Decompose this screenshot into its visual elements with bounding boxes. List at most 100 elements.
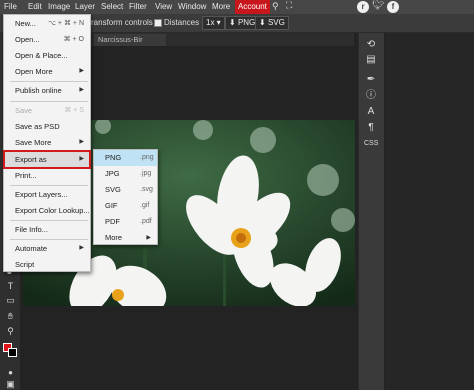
menu-filter[interactable]: Filter [129, 0, 147, 14]
label: Export Color Lookup... [15, 206, 90, 215]
label: More [105, 233, 123, 242]
menu-more[interactable]: More [212, 0, 230, 14]
chevron-right-icon: ▶ [79, 245, 84, 251]
menu-item-publish-online[interactable]: Publish online ▶ [4, 83, 90, 98]
quick-mask-icon[interactable]: ● [5, 367, 16, 378]
export-svg[interactable]: SVG .svg [94, 182, 157, 198]
menu-layer[interactable]: Layer [75, 0, 95, 14]
zoom-select[interactable]: 1x ▾ [202, 16, 225, 30]
label: Save as PSD [15, 122, 60, 131]
label: JPG [105, 169, 120, 178]
twitter-icon[interactable]: 🐦︎ [372, 0, 385, 11]
menu-item-file-info[interactable]: File Info... [4, 222, 90, 237]
transform-controls-label: ransform controls [91, 18, 153, 27]
account-button[interactable]: Account [235, 0, 270, 14]
label: Export Layers... [15, 190, 68, 199]
background-color-swatch[interactable] [8, 348, 17, 357]
divider [10, 81, 88, 82]
search-icon[interactable]: ⚲ [272, 1, 279, 12]
label: Publish online [15, 86, 62, 95]
export-pdf[interactable]: PDF .pdf [94, 214, 157, 230]
type-icon[interactable]: T [5, 281, 16, 292]
extension: .svg [140, 186, 153, 193]
divider [10, 220, 88, 221]
menu-item-export-color-lookup[interactable]: Export Color Lookup... [4, 203, 90, 218]
facebook-icon[interactable]: f [387, 1, 399, 13]
swatches-icon[interactable]: ▤ [364, 53, 378, 67]
export-more[interactable]: More ▶ [94, 230, 157, 246]
hand-icon[interactable]: ✋︎ [5, 311, 16, 322]
zoom-value: 1x [206, 18, 215, 27]
label: PNG [105, 153, 122, 162]
menu-item-print[interactable]: Print... [4, 168, 90, 183]
shortcut: ⌥ + ⌘ + N [47, 20, 84, 27]
shortcut: ⌘ + S [64, 107, 84, 114]
extension: .jpg [140, 170, 152, 177]
reddit-icon[interactable]: r [357, 1, 369, 13]
menu-item-open-place[interactable]: Open & Place... [4, 48, 90, 63]
divider [10, 185, 88, 186]
menu-view[interactable]: View [155, 0, 172, 14]
export-as-submenu: PNG .png JPG .jpg SVG .svg GIF .gif PDF .pdf … [93, 149, 158, 245]
menu-item-script[interactable]: Script [4, 257, 90, 272]
divider [10, 101, 88, 102]
label: PDF [105, 217, 120, 226]
divider [10, 239, 88, 240]
label: Export as [15, 155, 47, 164]
chevron-right-icon: ▶ [79, 139, 84, 145]
menu-item-new[interactable]: New... ⌥ + ⌘ + N [4, 16, 90, 31]
character-icon[interactable]: A [364, 105, 378, 119]
label: Open More [15, 67, 53, 76]
menu-item-export-layers[interactable]: Export Layers... [4, 187, 90, 202]
right-panel-area [385, 33, 474, 390]
menu-item-save-as-psd[interactable]: Save as PSD [4, 119, 90, 134]
menu-select[interactable]: Select [101, 0, 123, 14]
download-icon: ⬇ [229, 18, 236, 27]
label: Automate [15, 244, 48, 253]
label: Open... [15, 35, 40, 44]
label: Print... [15, 171, 37, 180]
file-menu: New... ⌥ + ⌘ + N Open... ⌘ + O Open & Plac… [3, 14, 91, 272]
label: Open & Place... [15, 51, 68, 60]
export-jpg[interactable]: JPG .jpg [94, 166, 157, 182]
export-png[interactable]: PNG .png [94, 150, 157, 166]
distances-checkbox[interactable] [154, 19, 162, 27]
chevron-right-icon: ▶ [79, 87, 84, 93]
fullscreen-icon[interactable]: ⛶ [286, 0, 292, 11]
menu-image[interactable]: Image [48, 0, 70, 14]
menu-item-automate[interactable]: Automate ▶ [4, 241, 90, 256]
rectangle-icon[interactable]: ▭ [5, 295, 16, 306]
document-tabs: Narcissus-Bir [90, 33, 354, 46]
label: Save [15, 106, 33, 115]
tab-document[interactable]: Narcissus-Bir [94, 34, 166, 46]
label: Save More [15, 138, 52, 147]
screen-mode-icon[interactable]: ▣ [5, 379, 16, 390]
shortcut: ⌘ + O [63, 36, 84, 43]
download-icon: ⬇ [259, 18, 266, 27]
menu-item-save[interactable]: Save ⌘ + S [4, 103, 90, 118]
menu-item-save-more[interactable]: Save More ▶ [4, 135, 90, 150]
menu-file[interactable]: File [4, 0, 17, 14]
menu-item-export-as[interactable]: Export as ▶ [3, 150, 91, 169]
menu-item-open-more[interactable]: Open More ▶ [4, 64, 90, 79]
css-icon[interactable]: CSS [364, 137, 378, 151]
menu-window[interactable]: Window [178, 0, 206, 14]
extension: .png [140, 154, 154, 161]
paragraph-icon[interactable]: ¶ [364, 121, 378, 135]
right-panel-strip: ⟲ ▤ ✒ ⓘ A ¶ CSS [358, 33, 384, 390]
menu-edit[interactable]: Edit [28, 0, 42, 14]
chevron-right-icon: ▶ [79, 68, 84, 74]
distances-label: Distances [164, 18, 200, 27]
info-icon[interactable]: ⓘ [364, 89, 378, 103]
zoom-tool-icon[interactable]: ⚲ [5, 326, 16, 337]
extension: .pdf [140, 218, 152, 225]
brush-settings-icon[interactable]: ✒ [364, 73, 378, 87]
chevron-right-icon: ▶ [79, 156, 84, 162]
label: Script [15, 260, 35, 269]
menu-item-open[interactable]: Open... ⌘ + O [4, 32, 90, 47]
history-icon[interactable]: ⟲ [364, 38, 378, 52]
export-svg-button[interactable]: ⬇ SVG [255, 16, 289, 30]
extension: .gif [140, 202, 150, 209]
label: File Info... [15, 225, 48, 234]
export-gif[interactable]: GIF .gif [94, 198, 157, 214]
